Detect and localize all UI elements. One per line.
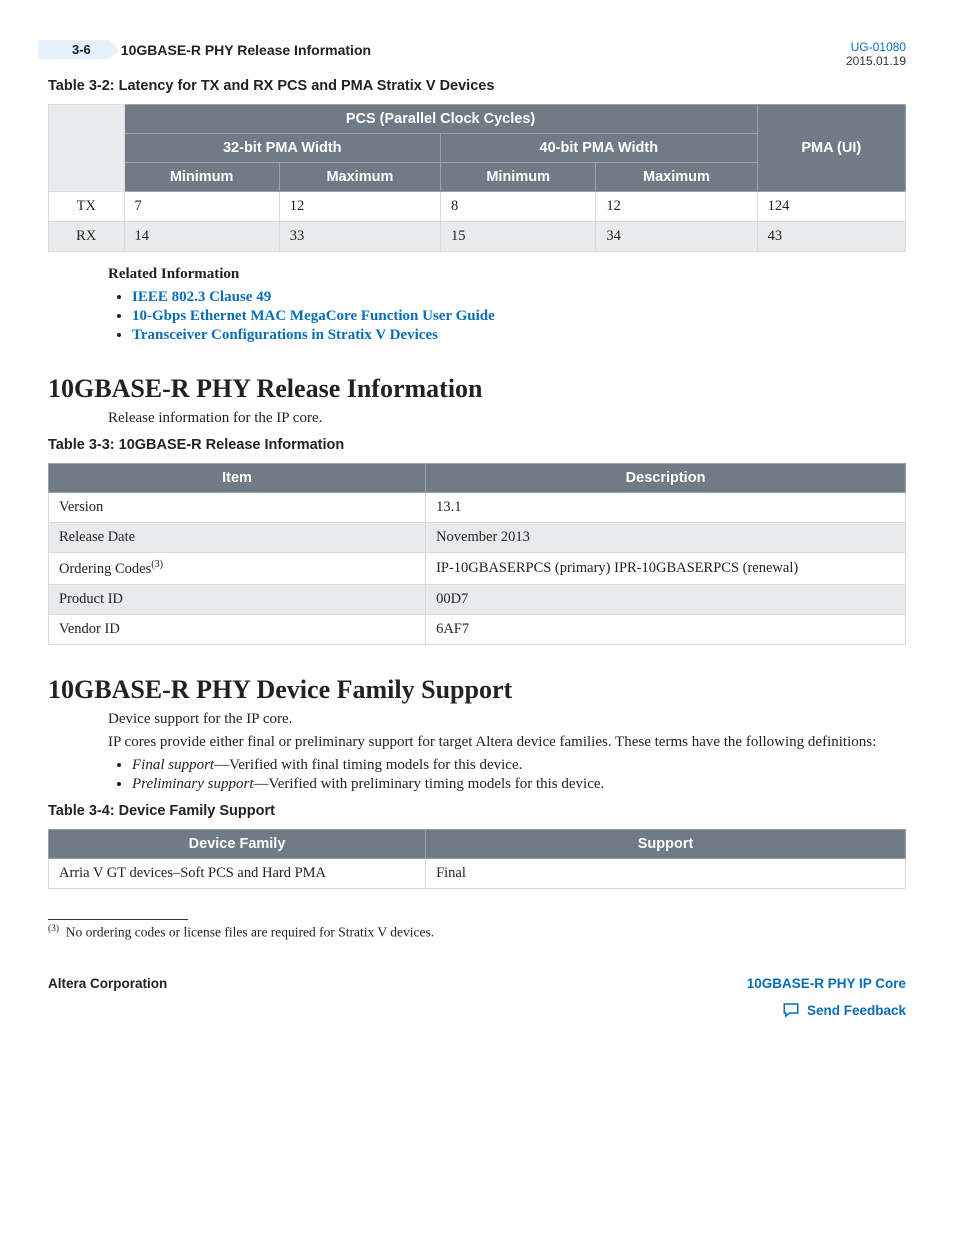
footnote-rule [48,919,188,920]
table-3-3-caption: Table 3-3: 10GBASE-R Release Information [48,437,906,453]
page-header: 3-6 10GBASE-R PHY Release Information UG… [48,40,906,68]
table-row: Arria V GT devices–Soft PCS and Hard PMA… [49,858,906,888]
th-min: Minimum [124,163,279,192]
device-support-table: Device Family Support Arria V GT devices… [48,829,906,889]
page-title: 10GBASE-R PHY Release Information [121,42,371,58]
doc-meta: UG-01080 2015.01.19 [846,40,906,68]
table-row: Release Date November 2013 [49,523,906,553]
doc-date: 2015.01.19 [846,54,906,68]
device-para-text: IP cores provide either final or prelimi… [108,734,906,751]
footer-company: Altera Corporation [48,976,167,991]
th-max: Maximum [596,163,757,192]
link-mac-guide[interactable]: 10-Gbps Ethernet MAC MegaCore Function U… [132,308,495,324]
footnote-3: (3) No ordering codes or license files a… [48,924,906,941]
related-information-heading: Related Information [108,266,906,283]
related-links-list: IEEE 802.3 Clause 49 10-Gbps Ethernet MA… [132,289,906,344]
doc-id-link[interactable]: UG-01080 [851,40,906,54]
release-info-table: Item Description Version 13.1 Release Da… [48,463,906,645]
th-min: Minimum [441,163,596,192]
table-row: Ordering Codes(3) IP-10GBASERPCS (primar… [49,553,906,585]
heading-release-info: 10GBASE-R PHY Release Information [48,374,906,404]
th-max: Maximum [279,163,440,192]
list-item: Final support—Verified with final timing… [132,757,906,774]
table-row: RX 14 33 15 34 43 [49,222,906,252]
definitions-list: Final support—Verified with final timing… [132,757,906,793]
th-support: Support [426,829,906,858]
release-intro-text: Release information for the IP core. [108,410,906,427]
th-description: Description [426,464,906,493]
heading-device-support: 10GBASE-R PHY Device Family Support [48,675,906,705]
device-intro-text: Device support for the IP core. [108,711,906,728]
feedback-icon [781,1001,801,1019]
link-ieee[interactable]: IEEE 802.3 Clause 49 [132,289,271,305]
th-pma: PMA (UI) [757,105,905,192]
table-row: TX 7 12 8 12 124 [49,192,906,222]
table-3-2-caption: Table 3-2: Latency for TX and RX PCS and… [48,78,906,94]
table-row: Vendor ID 6AF7 [49,614,906,644]
page-footer: Altera Corporation 10GBASE-R PHY IP Core… [48,976,906,1019]
send-feedback-link[interactable]: Send Feedback [747,1001,906,1019]
th-device-family: Device Family [49,829,426,858]
list-item: Preliminary support—Verified with prelim… [132,776,906,793]
footer-ip-core-link[interactable]: 10GBASE-R PHY IP Core [747,976,906,991]
page-number-badge: 3-6 [38,40,109,59]
th-32bit: 32-bit PMA Width [124,134,441,163]
table-row: Version 13.1 [49,493,906,523]
th-item: Item [49,464,426,493]
th-40bit: 40-bit PMA Width [441,134,758,163]
link-transceiver[interactable]: Transceiver Configurations in Stratix V … [132,327,438,343]
table-row: Product ID 00D7 [49,584,906,614]
latency-table: PCS (Parallel Clock Cycles) PMA (UI) 32-… [48,104,906,252]
th-pcs: PCS (Parallel Clock Cycles) [124,105,757,134]
table-3-4-caption: Table 3-4: Device Family Support [48,803,906,819]
